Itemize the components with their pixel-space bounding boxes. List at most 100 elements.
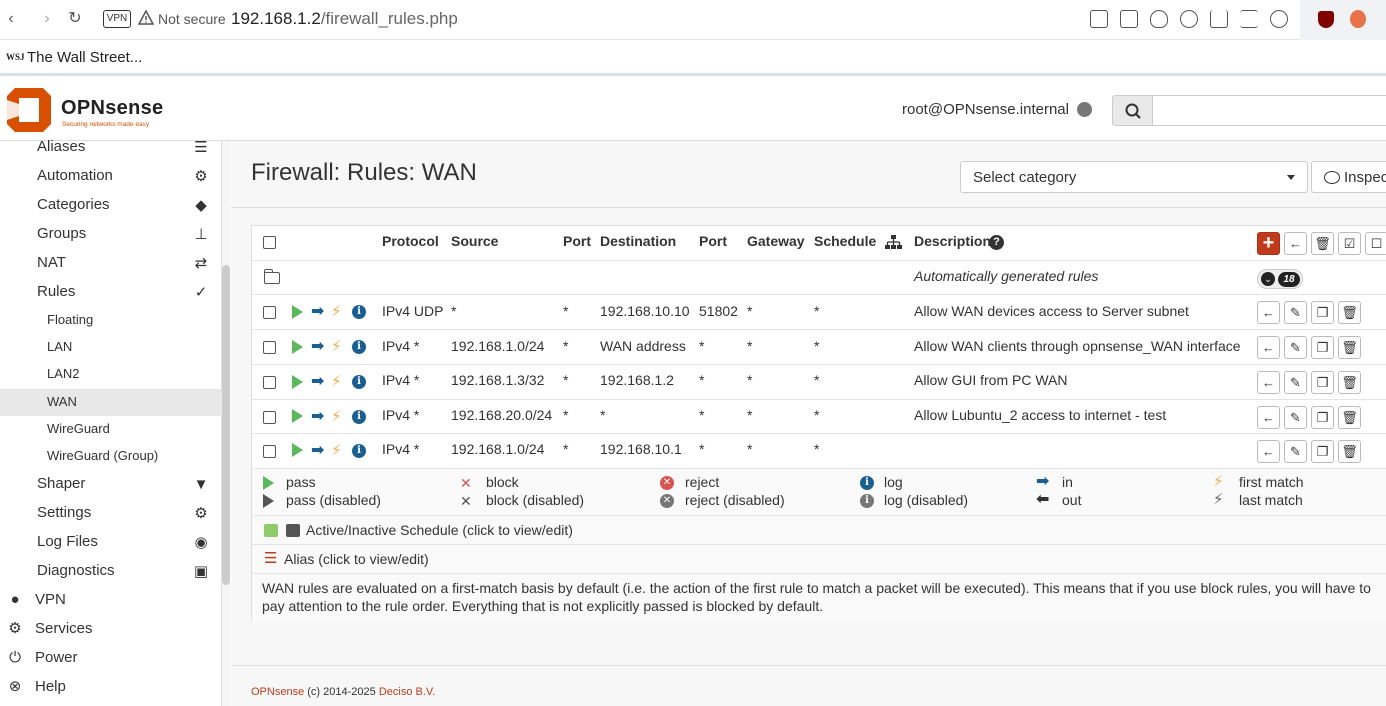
col-gateway[interactable]: Gateway — [747, 233, 805, 249]
delete-button[interactable]: 🗑 — [1338, 336, 1361, 359]
sidebar-item-log-files[interactable]: Log Files ◉ — [0, 528, 222, 557]
sidebar-subitem-lan2[interactable]: LAN2 — [0, 361, 222, 388]
sidebar-subitem-wireguard-group[interactable]: WireGuard (Group) — [0, 443, 222, 470]
category-select[interactable]: Select category — [960, 161, 1308, 193]
auto-rules-row[interactable]: Automatically generated rules ⌄ 18 — [252, 261, 1386, 295]
sidebar-item-settings[interactable]: Settings ⚙ — [0, 499, 222, 528]
search-button[interactable] — [1112, 95, 1153, 126]
edit-button[interactable]: ✎ — [1284, 406, 1307, 429]
delete-button[interactable]: 🗑 — [1338, 371, 1361, 394]
col-dest-port[interactable]: Port — [699, 233, 727, 249]
row-checkbox[interactable] — [263, 341, 276, 354]
sidebar-item-categories[interactable]: Categories ◆ — [0, 191, 222, 220]
sidebar-subitem-wan[interactable]: WAN — [0, 389, 222, 416]
ublock-icon[interactable] — [1318, 11, 1334, 28]
col-schedule[interactable]: Schedule — [814, 233, 876, 249]
delete-button[interactable]: 🗑 — [1338, 406, 1361, 429]
sidebar-item-shaper[interactable]: Shaper ▼ — [0, 470, 222, 499]
clone-button[interactable]: ❐ — [1311, 301, 1334, 324]
bookmark-wsj[interactable]: The Wall Street... — [27, 49, 142, 66]
select-all-checkbox[interactable] — [263, 236, 276, 249]
clone-button[interactable]: ❐ — [1311, 406, 1334, 429]
col-description[interactable]: Description — [914, 233, 991, 249]
table-row[interactable]: ➡ ⚡ i IPv4 * 192.168.20.0/24 * * * * * A… — [252, 400, 1386, 434]
sidebar-section-power[interactable]: ⏻ Power — [0, 644, 222, 673]
footer-company-link[interactable]: Deciso B.V. — [379, 686, 435, 698]
vpn-badge[interactable]: VPN — [103, 10, 131, 28]
back-icon[interactable]: ‹ — [0, 8, 22, 30]
delete-button[interactable]: 🗑 — [1338, 440, 1361, 463]
log-icon[interactable]: i — [352, 444, 366, 458]
add-rule-button[interactable]: + — [1257, 232, 1280, 255]
move-before-button[interactable]: ← — [1257, 336, 1280, 359]
table-row[interactable]: ➡ ⚡ i IPv4 * 192.168.1.3/32 * 192.168.1.… — [252, 365, 1386, 400]
col-protocol[interactable]: Protocol — [382, 233, 439, 249]
download-icon[interactable] — [1210, 10, 1228, 28]
inspect-button[interactable]: Inspect — [1311, 161, 1386, 193]
auto-rules-toggle[interactable]: ⌄ 18 — [1257, 269, 1303, 289]
reload-icon[interactable]: ↻ — [64, 8, 86, 30]
row-checkbox[interactable] — [263, 376, 276, 389]
table-row[interactable]: ➡ ⚡ i IPv4 * 192.168.1.0/24 * WAN addres… — [252, 330, 1386, 365]
pass-icon[interactable] — [292, 305, 303, 319]
user-label[interactable]: root@OPNsense.internal — [902, 101, 1069, 118]
clone-button[interactable]: ❐ — [1311, 440, 1334, 463]
forward-icon[interactable]: › — [36, 8, 58, 30]
move-before-button[interactable]: ← — [1257, 301, 1280, 324]
col-source[interactable]: Source — [451, 233, 498, 249]
help-icon[interactable]: ? — [989, 235, 1004, 250]
enable-selected-button[interactable]: ☑ — [1338, 232, 1361, 255]
delete-selected-button[interactable]: 🗑 — [1311, 232, 1334, 255]
sidebar-section-services[interactable]: ⚙ Services — [0, 615, 222, 644]
log-icon[interactable]: i — [352, 375, 366, 389]
sidebar-subitem-floating[interactable]: Floating — [0, 307, 222, 334]
camera-icon[interactable] — [1120, 10, 1138, 28]
table-row[interactable]: ➡ ⚡ i IPv4 * 192.168.1.0/24 * 192.168.10… — [252, 434, 1386, 469]
edit-button[interactable]: ✎ — [1284, 371, 1307, 394]
log-icon[interactable]: i — [352, 305, 366, 319]
sidebar-item-groups[interactable]: Groups ⊥ — [0, 220, 222, 249]
pass-icon[interactable] — [292, 409, 303, 423]
col-port[interactable]: Port — [563, 233, 591, 249]
move-before-button[interactable]: ← — [1257, 371, 1280, 394]
sidebar-section-vpn[interactable]: ● VPN — [0, 586, 222, 615]
not-secure-label[interactable]: Not secure — [158, 11, 226, 27]
sidebar-item-rules[interactable]: Rules ✓ — [0, 278, 222, 307]
extension-icon[interactable] — [1350, 10, 1366, 28]
heart-icon[interactable] — [1180, 10, 1198, 28]
opnsense-logo-icon[interactable] — [5, 86, 53, 134]
move-before-button[interactable]: ← — [1257, 406, 1280, 429]
clone-button[interactable]: ❐ — [1311, 371, 1334, 394]
edit-button[interactable]: ✎ — [1284, 336, 1307, 359]
row-checkbox[interactable] — [263, 306, 276, 319]
move-button[interactable]: ← — [1284, 232, 1307, 255]
move-before-button[interactable]: ← — [1257, 440, 1280, 463]
sidebar-subitem-lan[interactable]: LAN — [0, 334, 222, 361]
delete-button[interactable]: 🗑 — [1338, 301, 1361, 324]
profile-icon[interactable] — [1270, 10, 1288, 28]
row-checkbox[interactable] — [263, 411, 276, 424]
footer-brand-link[interactable]: OPNsense — [251, 686, 304, 698]
sitemap-icon[interactable] — [885, 235, 902, 250]
sidebar-scroll-thumb[interactable] — [222, 265, 230, 585]
address-bar[interactable]: 192.168.1.2/firewall_rules.php — [231, 9, 458, 29]
table-row[interactable]: ➡ ⚡ i IPv4 UDP * * 192.168.10.10 51802 *… — [252, 295, 1386, 330]
sidebar-subitem-wireguard[interactable]: WireGuard — [0, 416, 222, 443]
edit-button[interactable]: ✎ — [1284, 440, 1307, 463]
sidebar-section-help[interactable]: ⊗ Help — [0, 673, 222, 702]
sidebar-item-nat[interactable]: NAT ⇄ — [0, 249, 222, 278]
pass-icon[interactable] — [292, 443, 303, 457]
col-destination[interactable]: Destination — [600, 233, 676, 249]
sidebar-item-automation[interactable]: Automation ⚙ — [0, 162, 222, 191]
log-icon[interactable]: i — [352, 410, 366, 424]
sidebar-item-diagnostics[interactable]: Diagnostics ▣ — [0, 557, 222, 586]
shield-icon[interactable] — [1150, 10, 1168, 28]
sidebar-item-aliases[interactable]: Aliases ☰ — [0, 133, 222, 162]
row-checkbox[interactable] — [263, 445, 276, 458]
edit-button[interactable]: ✎ — [1284, 301, 1307, 324]
disable-selected-button[interactable]: ☐ — [1365, 232, 1386, 255]
clone-button[interactable]: ❐ — [1311, 336, 1334, 359]
status-dot[interactable] — [1077, 102, 1092, 117]
edit-icon[interactable] — [1090, 10, 1108, 28]
pass-icon[interactable] — [292, 340, 303, 354]
